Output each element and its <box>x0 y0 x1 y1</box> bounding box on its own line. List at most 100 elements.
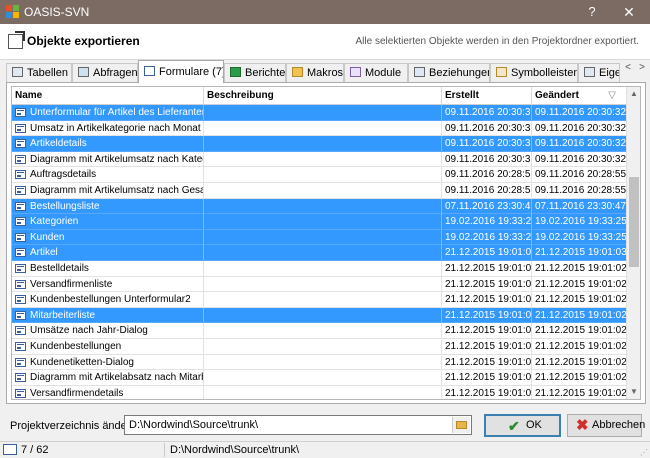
cell-modified: 21.12.2015 19:01:02 <box>535 325 626 337</box>
table-row[interactable]: Auftragsdetails 09.11.2016 20:28:55 09.11.… <box>12 167 626 183</box>
tab-beziehungen[interactable]: Beziehungen <box>408 63 490 82</box>
query-icon <box>78 67 89 77</box>
ok-label: OK <box>526 419 542 431</box>
tab-scroll-left-icon[interactable]: < <box>621 62 635 73</box>
column-header-name[interactable]: Name <box>12 87 204 104</box>
tab-symbolleisten[interactable]: Symbolleisten <box>490 63 578 82</box>
cell-modified: 09.11.2016 20:28:55 <box>535 184 626 196</box>
tab-abfragen[interactable]: Abfragen <box>72 63 138 82</box>
form-name: Kategorien <box>30 216 79 228</box>
form-name: Diagramm mit Artikelabsatz nach Mitarbei… <box>30 372 203 384</box>
table-row[interactable]: Versandfirmendetails 21.12.2015 19:01:02 2… <box>12 385 626 399</box>
close-button[interactable]: ✕ <box>616 2 642 22</box>
cell-name: Kundenetiketten-Dialog <box>12 354 204 370</box>
form-name: Kunden <box>30 231 65 243</box>
table-row[interactable]: Kundenbestellungen Unterformular2 21.12.2… <box>12 292 626 308</box>
cell-created: 21.12.2015 19:01:02 <box>442 385 532 399</box>
table-row[interactable]: Umsatz in Artikelkategorie nach Monat 09.… <box>12 120 626 137</box>
form-icon <box>15 388 26 398</box>
form-icon <box>15 248 26 258</box>
table-row[interactable]: Mitarbeiterliste 21.12.2015 19:01:02 21.12… <box>12 307 626 324</box>
cell-name: Mitarbeiterliste <box>12 307 204 323</box>
cell-description <box>204 214 442 230</box>
form-name: Unterformular für Artikel des Lieferante… <box>30 107 204 118</box>
form-icon <box>15 326 26 336</box>
cell-created: 19.02.2016 19:33:25 <box>442 229 532 245</box>
help-button[interactable]: ? <box>580 2 604 22</box>
cell-name: Umsatz in Artikelkategorie nach Monat <box>12 120 204 136</box>
export-icon <box>8 34 23 49</box>
cell-description <box>204 370 442 386</box>
cell-name: Artikeldetails <box>12 136 204 152</box>
sort-filter-icon[interactable]: ▽ <box>608 87 616 104</box>
table-row[interactable]: Kategorien 19.02.2016 19:33:25 19.02.2016 … <box>12 214 626 230</box>
column-header-created[interactable]: Erstellt <box>442 87 532 104</box>
tab-scroll-right-icon[interactable]: > <box>635 62 649 73</box>
form-icon <box>15 123 26 133</box>
cell-description <box>204 307 442 323</box>
cell-created: 21.12.2015 19:01:02 <box>442 276 532 292</box>
window-title: OASIS-SVN <box>24 5 90 19</box>
form-name: Artikeldetails <box>30 138 87 150</box>
cell-modified: 21.12.2015 19:01:02 <box>535 356 626 368</box>
tab-label: Makros <box>307 67 344 79</box>
cell-created: 09.11.2016 20:28:55 <box>442 167 532 183</box>
tab-eigenschaften[interactable]: Eiger <box>578 63 620 82</box>
scroll-down-icon[interactable]: ▼ <box>627 385 640 399</box>
cell-created: 21.12.2015 19:01:02 <box>442 323 532 339</box>
tab-module[interactable]: Module <box>344 63 408 82</box>
table-row[interactable]: Diagramm mit Artikelumsatz nach Gesamtum… <box>12 182 626 199</box>
form-icon <box>15 295 26 305</box>
vertical-scrollbar[interactable]: ▲ ▼ <box>626 87 640 399</box>
form-icon <box>15 201 26 211</box>
cell-description <box>204 260 442 276</box>
form-name: Kundenbestellungen <box>30 340 122 352</box>
forms-grid[interactable]: Name Beschreibung Erstellt Geändert ▽ Unt… <box>11 86 641 400</box>
form-icon <box>15 154 26 164</box>
form-name: Kundenetiketten-Dialog <box>30 356 134 368</box>
table-row[interactable]: Artikeldetails 09.11.2016 20:30:32 09.11.2… <box>12 136 626 152</box>
checkmark-icon: ✔ <box>508 418 520 434</box>
table-row[interactable]: Kundenbestellungen 21.12.2015 19:01:02 21.… <box>12 338 626 355</box>
cell-name: Diagramm mit Artikelabsatz nach Mitarbei… <box>12 370 204 386</box>
tab-berichte[interactable]: Berichte <box>224 63 286 82</box>
table-row[interactable]: Umsätze nach Jahr-Dialog 21.12.2015 19:01… <box>12 323 626 339</box>
cell-description <box>204 136 442 152</box>
column-header-description[interactable]: Beschreibung <box>204 87 442 104</box>
table-row[interactable]: Bestellungsliste 07.11.2016 23:30:47 07.11… <box>12 198 626 215</box>
resize-grip-icon[interactable]: ⋰ <box>640 448 648 457</box>
column-header-modified[interactable]: Geändert ▽ <box>532 87 626 104</box>
project-dir-field[interactable]: D:\Nordwind\Source\trunk\ <box>124 415 472 435</box>
form-icon <box>15 232 26 242</box>
cell-description <box>204 385 442 399</box>
module-icon <box>350 67 361 77</box>
cell-description <box>204 292 442 308</box>
table-row[interactable]: Diagramm mit Artikelumsatz nach Kategori… <box>12 151 626 168</box>
table-row[interactable]: Kundenetiketten-Dialog 21.12.2015 19:01:0… <box>12 354 626 371</box>
dialog-header: Objekte exportieren Alle selektierten Ob… <box>0 24 650 60</box>
scroll-thumb[interactable] <box>629 177 639 267</box>
tab-tabellen[interactable]: Tabellen <box>6 63 72 82</box>
cell-created: 09.11.2016 20:28:55 <box>442 182 532 198</box>
form-icon <box>15 170 26 180</box>
tab-formulare[interactable]: Formulare (7) <box>138 60 224 83</box>
table-row[interactable]: Diagramm mit Artikelabsatz nach Mitarbei… <box>12 370 626 386</box>
cell-name: Artikel <box>12 245 204 261</box>
form-name: Versandfirmendetails <box>30 387 124 399</box>
browse-folder-button[interactable] <box>452 417 470 433</box>
scroll-up-icon[interactable]: ▲ <box>627 87 640 101</box>
form-icon <box>15 357 26 367</box>
table-row[interactable]: Versandfirmenliste 21.12.2015 19:01:02 21.… <box>12 276 626 293</box>
cancel-button[interactable]: ✖ Abbrechen <box>567 414 645 437</box>
tab-makros[interactable]: Makros <box>286 63 344 82</box>
cell-name: Auftragsdetails <box>12 167 204 183</box>
cell-description <box>204 182 442 198</box>
table-row[interactable]: Kunden 19.02.2016 19:33:25 19.02.2016 19:3… <box>12 229 626 246</box>
cell-modified: 21.12.2015 19:01:02 <box>535 309 626 321</box>
table-row[interactable]: Bestelldetails 21.12.2015 19:01:02 21.12.2… <box>12 260 626 277</box>
table-row[interactable]: Unterformular für Artikel des Lieferante… <box>12 105 626 121</box>
ok-button[interactable]: ✔ OK <box>484 414 561 437</box>
cell-name: Diagramm mit Artikelumsatz nach Gesamtum… <box>12 182 204 198</box>
table-row[interactable]: Artikel 21.12.2015 19:01:03 21.12.2015 19:… <box>12 245 626 261</box>
cell-created: 09.11.2016 20:30:32 <box>442 136 532 152</box>
